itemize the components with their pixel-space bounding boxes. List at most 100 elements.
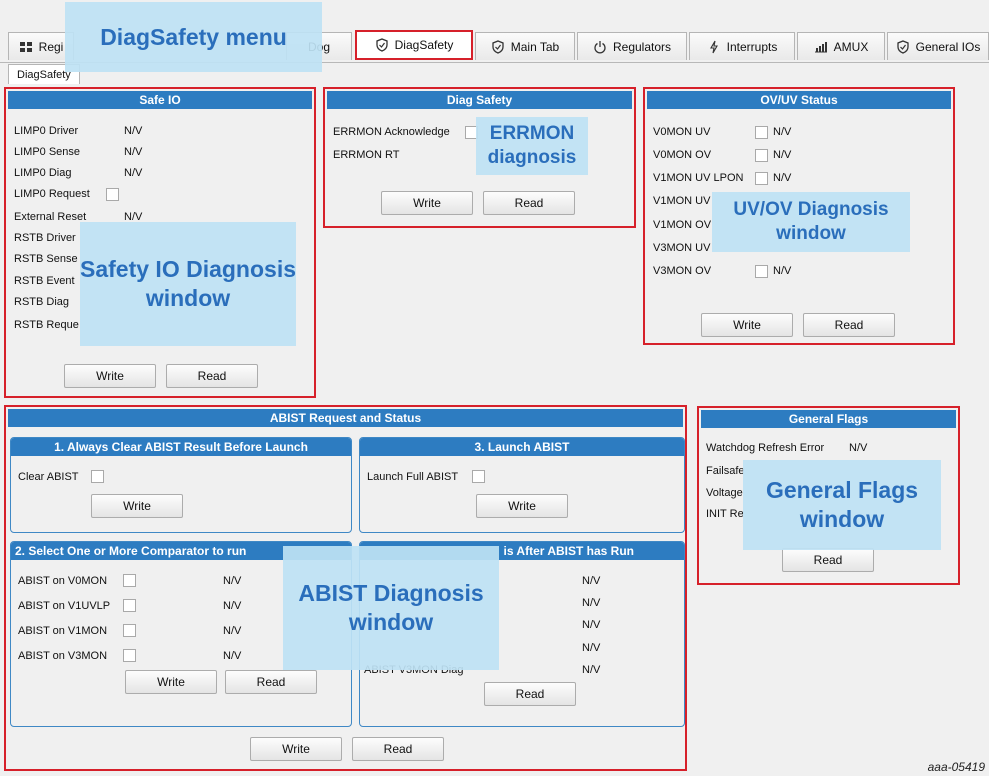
tab-main[interactable]: Main Tab	[475, 32, 575, 60]
lightning-icon	[709, 40, 718, 53]
status-value: N/V	[582, 575, 601, 587]
callout-uvov: UV/OV Diagnosis window	[712, 192, 910, 252]
row-value: N/V	[773, 126, 792, 138]
diag-safety-read-button[interactable]: Read	[483, 191, 575, 215]
row-value: N/V	[773, 172, 792, 184]
callout-abist: ABIST Diagnosis window	[283, 546, 499, 670]
tab-regulators[interactable]: Regulators	[577, 32, 687, 60]
row-label: LIMP0 Driver	[14, 125, 79, 137]
row-value: N/V	[223, 600, 242, 612]
abist-v0mon-checkbox[interactable]	[123, 574, 136, 587]
abist-write-button[interactable]: Write	[250, 737, 342, 761]
row-value: N/V	[124, 167, 143, 179]
ovuv-title: OV/UV Status	[647, 91, 951, 109]
row-label: ABIST on V0MON	[18, 575, 108, 587]
launch-abist-title: 3. Launch ABIST	[360, 438, 684, 456]
shield-icon	[492, 39, 504, 54]
abist-v1mon-checkbox[interactable]	[123, 624, 136, 637]
callout-safety-io: Safety IO Diagnosis window	[80, 222, 296, 346]
power-icon	[594, 40, 606, 53]
flags-read-button[interactable]: Read	[782, 548, 874, 572]
row-value: N/V	[223, 650, 242, 662]
row-label: V3MON UV	[653, 242, 711, 254]
row-label: ERRMON RT	[333, 149, 400, 161]
shield-icon	[896, 39, 909, 54]
abist-v1uvlp-checkbox[interactable]	[123, 599, 136, 612]
callout-general-flags: General Flags window	[743, 460, 941, 550]
v3mon-ov-checkbox[interactable]	[755, 265, 768, 278]
launch-abist-label: Launch Full ABIST	[367, 471, 459, 483]
callout-errmon: ERRMON diagnosis	[476, 117, 588, 175]
shield-icon	[375, 38, 388, 52]
diag-safety-write-button[interactable]: Write	[381, 191, 473, 215]
launch-full-abist-checkbox[interactable]	[472, 470, 485, 483]
tab-interrupts[interactable]: Interrupts	[689, 32, 795, 60]
row-value: N/V	[124, 125, 143, 137]
abist-v3mon-checkbox[interactable]	[123, 649, 136, 662]
safe-io-write-button[interactable]: Write	[64, 364, 156, 388]
ovuv-read-button[interactable]: Read	[803, 313, 895, 337]
diag-safety-title: Diag Safety	[327, 91, 632, 109]
signal-icon	[814, 41, 827, 52]
clear-abist-title: 1. Always Clear ABIST Result Before Laun…	[11, 438, 351, 456]
clear-abist-section: 1. Always Clear ABIST Result Before Laun…	[10, 437, 352, 533]
launch-abist-write-button[interactable]: Write	[476, 494, 568, 518]
row-label: RSTB Diag	[14, 296, 70, 308]
row-label: Voltage	[706, 487, 743, 499]
select-write-button[interactable]: Write	[125, 670, 217, 694]
row-label: V0MON UV	[653, 126, 711, 138]
row-label: Watchdog Refresh Error	[706, 442, 825, 454]
row-label: V3MON OV	[653, 265, 712, 277]
row-value: N/V	[773, 149, 792, 161]
row-label: RSTB Driver	[14, 232, 76, 244]
select-read-button[interactable]: Read	[225, 670, 317, 694]
register-icon	[19, 41, 32, 52]
status-value: N/V	[582, 619, 601, 631]
row-label: LIMP0 Sense	[14, 146, 81, 158]
row-label: V1MON OV	[653, 219, 712, 231]
row-value: N/V	[773, 265, 792, 277]
flags-title: General Flags	[701, 410, 956, 428]
abist-read-button[interactable]: Read	[352, 737, 444, 761]
row-label: V1MON UV	[653, 195, 711, 207]
v0mon-ov-checkbox[interactable]	[755, 149, 768, 162]
v0mon-uv-checkbox[interactable]	[755, 126, 768, 139]
tab-amux[interactable]: AMUX	[797, 32, 885, 60]
tab-diagsafety[interactable]: DiagSafety	[355, 30, 473, 60]
limp0-request-checkbox[interactable]	[106, 188, 119, 201]
status-value: N/V	[582, 597, 601, 609]
row-label: RSTB Event	[14, 275, 75, 287]
clear-abist-label: Clear ABIST	[18, 471, 79, 483]
row-label: V0MON OV	[653, 149, 712, 161]
figure-id: aaa-05419	[927, 760, 985, 774]
ovuv-write-button[interactable]: Write	[701, 313, 793, 337]
v1mon-uv-lpon-checkbox[interactable]	[755, 172, 768, 185]
row-label: LIMP0 Request	[14, 188, 90, 200]
row-label: V1MON UV LPON	[653, 172, 744, 184]
callout-diagsafety-menu: DiagSafety menu	[65, 2, 322, 72]
row-label: Failsafe	[706, 465, 745, 477]
safe-io-read-button[interactable]: Read	[166, 364, 258, 388]
abist-title: ABIST Request and Status	[8, 409, 683, 427]
status-value: N/V	[582, 664, 601, 676]
row-label: RSTB Sense	[14, 253, 78, 265]
row-value: N/V	[124, 146, 143, 158]
row-label: External Reset	[14, 211, 87, 223]
status-read-button[interactable]: Read	[484, 682, 576, 706]
tab-general-ios[interactable]: General IOs	[887, 32, 989, 60]
row-value: N/V	[849, 442, 868, 454]
status-value: N/V	[582, 642, 601, 654]
safe-io-title: Safe IO	[8, 91, 312, 109]
row-label: ERRMON Acknowledge	[333, 126, 450, 138]
row-value: N/V	[223, 575, 242, 587]
row-value: N/V	[223, 625, 242, 637]
launch-abist-section: 3. Launch ABIST Launch Full ABIST Write	[359, 437, 685, 533]
row-label: ABIST on V1MON	[18, 625, 108, 637]
row-label: RSTB Reque	[14, 319, 79, 331]
row-label: LIMP0 Diag	[14, 167, 72, 179]
row-label: ABIST on V1UVLP	[18, 600, 111, 612]
row-label: ABIST on V3MON	[18, 650, 108, 662]
clear-abist-write-button[interactable]: Write	[91, 494, 183, 518]
clear-abist-checkbox[interactable]	[91, 470, 104, 483]
row-label: INIT Re	[706, 508, 744, 520]
